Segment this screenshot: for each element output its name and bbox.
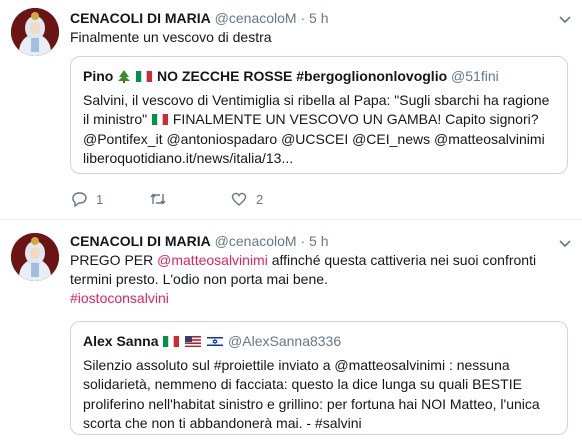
reply-button[interactable]: 1 (70, 190, 103, 208)
italy-flag-icon (151, 114, 168, 125)
reply-count: 1 (96, 191, 104, 207)
usa-flag-icon (185, 336, 202, 347)
retweet-icon (150, 193, 166, 205)
mention-link[interactable]: @matteosalvinimi (157, 252, 268, 268)
author-name[interactable]: CENACOLI DI MARIA (70, 233, 211, 249)
quoted-author-handle: @51fini (451, 68, 499, 84)
tweet-text-part1: PREGO PER (70, 252, 154, 268)
avatar[interactable] (11, 233, 59, 281)
like-button[interactable]: 2 (230, 190, 263, 208)
quoted-tweet-text: Silenzio assoluto sul #proiettile inviat… (83, 356, 540, 432)
tweet-text: Finalmente un vescovo di destra (70, 29, 272, 45)
reply-icon (72, 192, 87, 208)
quoted-tweet[interactable]: Pino NO ZECCHE ROSSE #bergoglionon​lovog… (70, 56, 568, 174)
separator-dot: · (300, 233, 306, 249)
quoted-tweet-text: Salvini, il vescovo di Ventimiglia si ri… (83, 91, 555, 169)
like-count: 2 (256, 191, 264, 207)
tweet-text: PREGO PER @matteosalvinimi affinché ques… (70, 251, 570, 308)
madonna-avatar-image (11, 233, 59, 281)
avatar[interactable] (11, 8, 59, 56)
quoted-tweet[interactable]: Alex Sanna @AlexSanna8336 Silenzio assol… (70, 321, 568, 435)
madonna-avatar-image (11, 8, 59, 56)
quoted-author-handle: @AlexSanna8336 (228, 333, 342, 349)
tweet[interactable]: CENACOLI DI MARIA @cenacoloM · 5 h Final… (0, 0, 582, 220)
italy-flag-icon (163, 336, 180, 347)
quoted-author-name-part2: NO ZECCHE ROSSE #bergoglionon​lovoglio (157, 68, 448, 84)
quoted-author-name-part1: Pino (83, 68, 114, 84)
retweet-button[interactable] (149, 190, 175, 208)
chevron-down-icon[interactable] (558, 14, 572, 24)
quoted-author-name: Alex Sanna (83, 333, 159, 349)
author-handle[interactable]: @cenacoloM (215, 233, 297, 249)
timestamp[interactable]: 5 h (309, 233, 328, 249)
separator-dot: · (300, 10, 306, 26)
italy-flag-icon (136, 71, 153, 82)
tweet-header: CENACOLI DI MARIA @cenacoloM · 5 h (70, 10, 329, 26)
author-name[interactable]: CENACOLI DI MARIA (70, 10, 211, 26)
christmas-tree-icon (118, 70, 131, 83)
israel-flag-icon (207, 336, 224, 347)
hashtag-link[interactable]: #iostoconsalvini (70, 290, 169, 306)
timestamp[interactable]: 5 h (309, 10, 328, 26)
tweet-header: CENACOLI DI MARIA @cenacoloM · 5 h (70, 233, 329, 249)
quoted-tweet-header: Pino NO ZECCHE ROSSE #bergoglionon​lovog… (83, 67, 555, 87)
tweet[interactable]: CENACOLI DI MARIA @cenacoloM · 5 h PREGO… (0, 220, 582, 443)
author-handle[interactable]: @cenacoloM (215, 10, 297, 26)
chevron-down-icon[interactable] (558, 238, 572, 248)
heart-icon (231, 192, 247, 206)
quoted-tweet-header: Alex Sanna @AlexSanna8336 (83, 332, 555, 352)
